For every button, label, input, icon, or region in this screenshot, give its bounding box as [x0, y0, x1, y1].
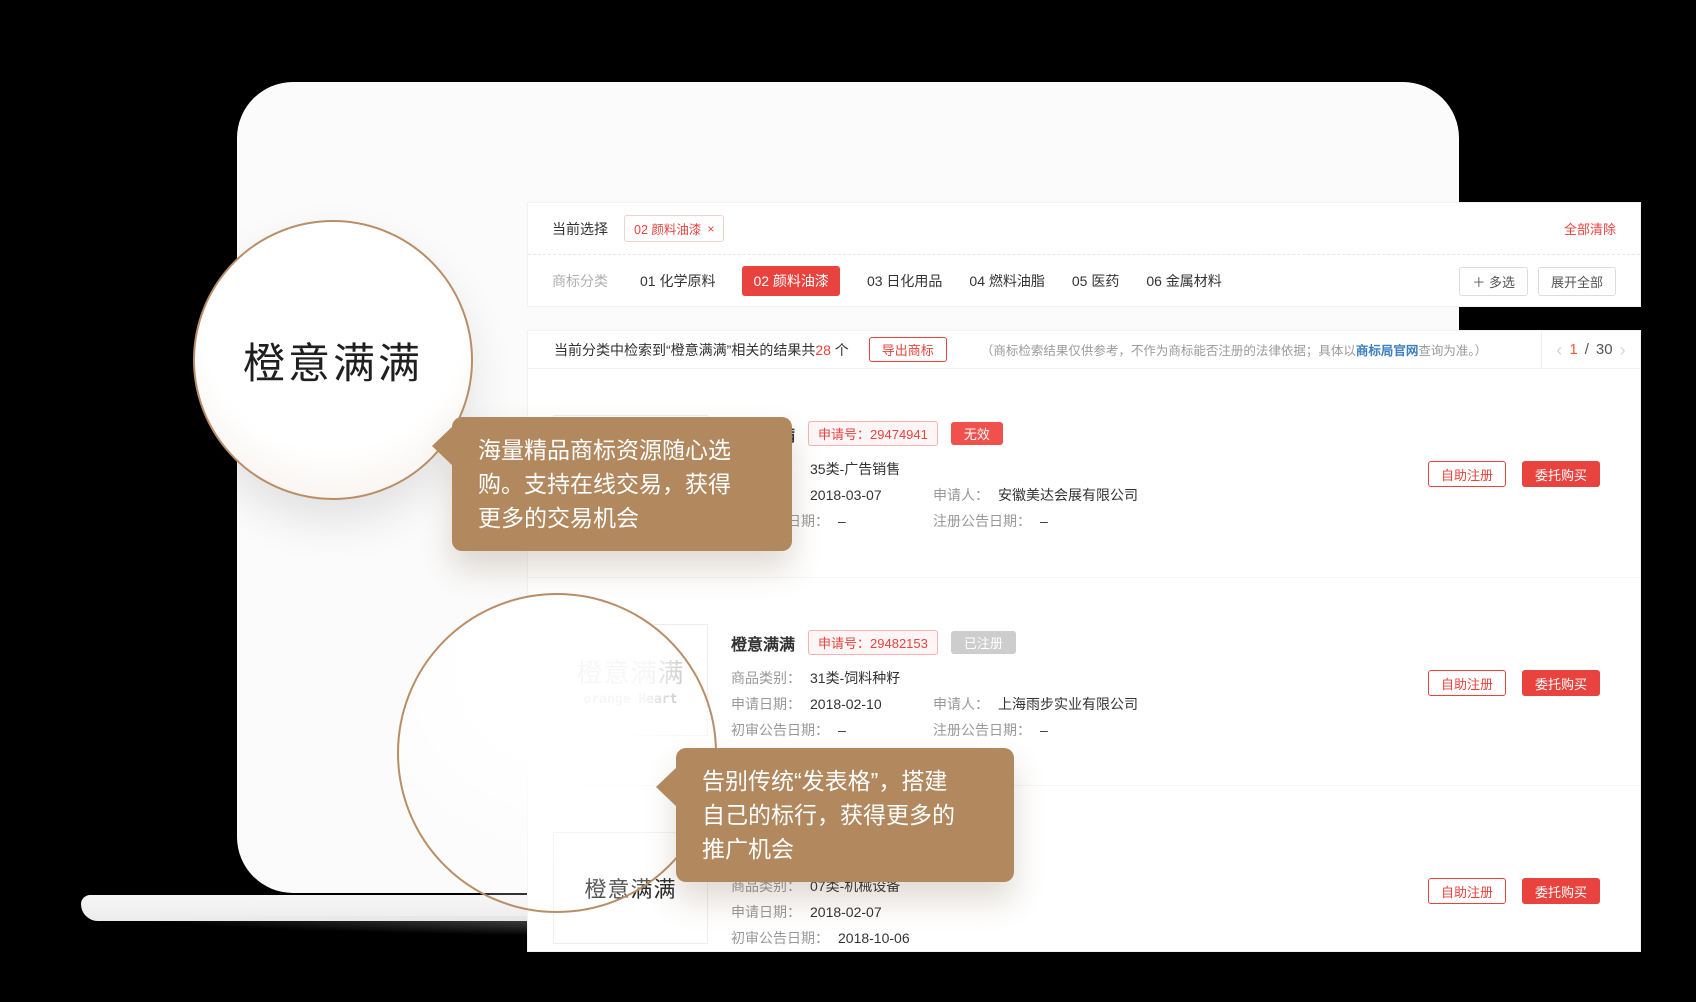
current-selection-row: 当前选择 02 颜料油漆 × 全部清除 [528, 203, 1640, 255]
application-number-label: 申请号： [818, 427, 870, 442]
trademark-office-link[interactable]: 商标局官网 [1356, 344, 1419, 358]
category-value: 35类-广告销售 [810, 459, 900, 479]
applicant-label: 申请人： [933, 694, 989, 714]
magnifier-circle: 橙意满满 [193, 220, 473, 500]
apply-date-value: 2018-03-07 [810, 487, 882, 503]
self-register-button[interactable]: 自助注册 [1428, 878, 1506, 904]
application-number-tag: 申请号：29482153 [808, 630, 938, 655]
trademark-name[interactable]: 橙意满满 [731, 631, 795, 655]
applicant-value: 上海雨步实业有限公司 [998, 694, 1138, 714]
tooltip-marketplace: 海量精品商标资源随心选 购。支持在线交易，获得 更多的交易机会 [452, 417, 792, 551]
first-publication-value: 2018-10-06 [838, 930, 910, 946]
selected-filter-tag-label: 02 颜料油漆 [634, 219, 701, 238]
applicant-value: 安徽美达会展有限公司 [998, 485, 1138, 505]
first-publication-label: 初审公告日期： [731, 928, 829, 948]
applicant-label: 申请人： [933, 485, 989, 505]
tooltip-line: 购。支持在线交易，获得 [478, 467, 766, 501]
apply-date-value: 2018-02-10 [810, 696, 882, 712]
filter-panel: 当前选择 02 颜料油漆 × 全部清除 商标分类 01 化学原料02 颜料油漆0… [527, 202, 1641, 307]
results-summary: 当前分类中检索到“橙意满满”相关的结果共28 个 [554, 340, 849, 360]
registration-publication-value: – [1040, 722, 1048, 738]
row-actions: 自助注册 委托购买 [1428, 878, 1600, 904]
results-count: 28 [815, 342, 831, 358]
selected-filter-tag[interactable]: 02 颜料油漆 × [624, 215, 724, 242]
first-publication-value: – [838, 513, 846, 529]
tooltip-promotion: 告别传统“发表格”，搭建 自己的标行，获得更多的 推广机会 [676, 748, 1014, 882]
pagination: ‹ 1 / 30 › [1542, 341, 1640, 359]
next-page-icon[interactable]: › [1620, 341, 1626, 359]
registration-publication-label: 注册公告日期： [933, 511, 1031, 531]
application-number-value: 29482153 [870, 636, 928, 651]
magnifier-circle-2 [397, 593, 717, 913]
row-actions: 自助注册 委托购买 [1428, 670, 1600, 696]
category-tab[interactable]: 02 颜料油漆 [742, 266, 839, 296]
category-tab[interactable]: 05 医药 [1072, 271, 1119, 291]
clear-all-link[interactable]: 全部清除 [1564, 219, 1616, 238]
total-pages: 30 [1596, 341, 1613, 358]
category-row: 商标分类 01 化学原料 02 颜料油漆 03 日化用品 04 燃料油脂 05 医药 06… [528, 255, 1640, 307]
row-actions: 自助注册 委托购买 [1428, 461, 1600, 487]
category-tab[interactable]: 04 燃料油脂 [969, 271, 1044, 291]
category-label: 商品类别： [731, 668, 801, 688]
tooltip-line: 更多的交易机会 [478, 501, 766, 535]
application-number-label: 申请号： [818, 636, 870, 651]
entrust-buy-button[interactable]: 委托购买 [1522, 878, 1600, 904]
category-list: 01 化学原料 02 颜料油漆 03 日化用品 04 燃料油脂 05 医药 06 金属材料 [640, 266, 1222, 296]
page-background: 当前选择 02 颜料油漆 × 全部清除 商标分类 01 化学原料02 颜料油漆0… [0, 0, 1696, 1002]
apply-date-value: 2018-02-07 [810, 904, 882, 920]
apply-date-label: 申请日期： [731, 694, 801, 714]
results-header: 当前分类中检索到“橙意满满”相关的结果共28 个 导出商标 （商标检索结果仅供参… [528, 331, 1640, 369]
self-register-button[interactable]: 自助注册 [1428, 461, 1506, 487]
prev-page-icon[interactable]: ‹ [1556, 341, 1562, 359]
entrust-buy-button[interactable]: 委托购买 [1522, 461, 1600, 487]
category-tab[interactable]: 01 化学原料 [640, 271, 715, 291]
tag-close-icon[interactable]: × [707, 222, 714, 236]
tooltip-line: 告别传统“发表格”，搭建 [702, 764, 988, 798]
apply-date-label: 申请日期： [731, 902, 801, 922]
first-publication-label: 初审公告日期： [731, 720, 829, 740]
page-separator: / [1585, 341, 1589, 358]
current-selection-label: 当前选择 [552, 219, 608, 239]
disclaimer-text: （商标检索结果仅供参考，不作为商标能否注册的法律依据；具体以商标局官网查询为准。… [981, 340, 1541, 359]
magnified-trademark-text: 橙意满满 [243, 330, 423, 391]
expand-all-button[interactable]: 展开全部 [1538, 267, 1616, 296]
status-badge: 已注册 [951, 631, 1016, 654]
registration-publication-value: – [1040, 513, 1048, 529]
category-row-label: 商标分类 [552, 271, 608, 291]
tooltip-line: 推广机会 [702, 832, 988, 866]
registration-publication-label: 注册公告日期： [933, 720, 1031, 740]
multi-select-button[interactable]: ＋ 多选 [1459, 267, 1528, 296]
application-number-value: 29474941 [870, 427, 928, 442]
category-value: 31类-饲料种籽 [810, 668, 900, 688]
current-page: 1 [1569, 341, 1577, 358]
entrust-buy-button[interactable]: 委托购买 [1522, 670, 1600, 696]
tooltip-line: 海量精品商标资源随心选 [478, 433, 766, 467]
category-tab[interactable]: 06 金属材料 [1146, 271, 1221, 291]
first-publication-value: – [838, 722, 846, 738]
application-number-tag: 申请号：29474941 [808, 421, 938, 446]
export-trademark-button[interactable]: 导出商标 [869, 337, 947, 362]
category-tab[interactable]: 03 日化用品 [867, 271, 942, 291]
status-badge: 无效 [951, 422, 1003, 445]
self-register-button[interactable]: 自助注册 [1428, 670, 1506, 696]
tooltip-line: 自己的标行，获得更多的 [702, 798, 988, 832]
